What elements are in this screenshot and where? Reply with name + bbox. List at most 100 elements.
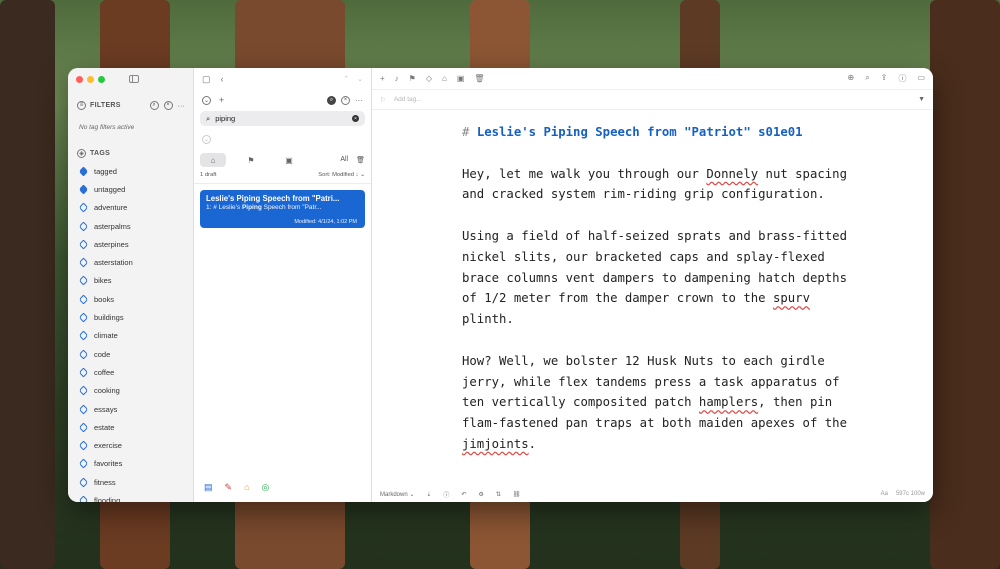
search-input[interactable]: piping: [215, 114, 235, 123]
zoom-icon[interactable]: ⊕: [848, 73, 855, 84]
tag-icon: [78, 202, 89, 213]
note-list-tabs: ⌂ ⚑ ▣ All 🗑: [194, 152, 371, 168]
new-note-icon[interactable]: +: [219, 95, 224, 105]
flag-icon[interactable]: ⚑: [409, 74, 416, 83]
title-bar: [68, 68, 193, 90]
tag-bar: ⚐ Add tag... ▼: [372, 90, 933, 110]
sort-icon[interactable]: ⇅: [496, 491, 501, 498]
tag-icon: [78, 349, 89, 360]
tag-icon: [78, 221, 89, 231]
note-list-toolbar: ▢ ‹ ⌃ ⌄: [194, 68, 371, 90]
tag-icon: [78, 422, 89, 433]
font-button[interactable]: Aa: [881, 491, 888, 497]
tag-label: untagged: [94, 184, 126, 194]
pen-icon[interactable]: ✎: [225, 482, 233, 493]
info-circle-icon[interactable]: ⓘ: [443, 490, 449, 499]
share-icon[interactable]: ⇪: [881, 73, 888, 84]
tag-label: climate: [94, 331, 118, 341]
tag-label: favorites: [94, 459, 123, 469]
tag-label: coffee: [94, 367, 115, 377]
sidebar-tag-flooding[interactable]: flooding: [78, 491, 193, 502]
sidebar-toggle-icon[interactable]: [129, 75, 139, 83]
tag-icon[interactable]: ◇: [426, 74, 432, 83]
sidebar-tag-fitness[interactable]: fitness: [78, 473, 193, 491]
search-options-icon[interactable]: ⌄: [202, 135, 211, 144]
link-icon[interactable]: ⛓: [513, 491, 521, 498]
sidebar-tag-books[interactable]: books: [78, 290, 193, 308]
note-body[interactable]: # Leslie's Piping Speech from "Patriot" …: [462, 122, 852, 476]
sidebar-tag-climate[interactable]: climate: [78, 327, 193, 345]
close-button[interactable]: [76, 75, 83, 83]
preview-icon[interactable]: ▭: [917, 73, 925, 84]
tag-label: code: [94, 349, 111, 359]
sidebar-tag-favorites[interactable]: favorites: [78, 455, 193, 473]
tag-label: fitness: [94, 477, 116, 487]
sidebar-tag-coffee[interactable]: coffee: [78, 363, 193, 381]
clear-search-icon[interactable]: ×: [352, 115, 359, 122]
paragraph-3: How? Well, we bolster 12 Husk Nuts to ea…: [462, 353, 847, 451]
search-field[interactable]: ⌕ piping ×: [200, 111, 365, 126]
sidebar-tag-bikes[interactable]: bikes: [78, 272, 193, 290]
sort-menu[interactable]: Sort: Modified ↓ ⌄: [318, 172, 365, 183]
tab-archive[interactable]: ▣: [276, 153, 302, 167]
more-icon[interactable]: ···: [355, 96, 363, 105]
mode-select[interactable]: Markdown ⌄: [380, 491, 414, 498]
sidebar-tag-adventure[interactable]: adventure: [78, 199, 193, 217]
filter-search-icon[interactable]: ⌕: [149, 100, 159, 110]
tag-icon: [78, 330, 89, 341]
archive-icon[interactable]: ▣: [457, 74, 465, 83]
sidebar-tag-untagged[interactable]: untagged: [78, 180, 193, 198]
sidebar-tag-exercise[interactable]: exercise: [78, 436, 193, 454]
sidebar-tag-estate[interactable]: estate: [78, 418, 193, 436]
inbox-icon[interactable]: ⌂: [442, 74, 447, 83]
minimize-button[interactable]: [87, 75, 94, 83]
note-card-title: Leslie's Piping Speech from "Patri...: [206, 194, 340, 203]
tag-label: bikes: [94, 276, 112, 286]
archive-icon: ▣: [285, 155, 293, 165]
sidebar-tag-asterstation[interactable]: asterstation: [78, 253, 193, 271]
filter-clear-icon[interactable]: ×: [163, 100, 173, 110]
settings-icon[interactable]: ⚙: [478, 491, 483, 498]
close-search-icon[interactable]: ×: [341, 95, 350, 105]
mic-icon[interactable]: ♪: [395, 74, 399, 83]
tab-flagged[interactable]: ⚑: [238, 153, 264, 167]
sidebar-tag-asterpines[interactable]: asterpines: [78, 235, 193, 253]
sidebar-tag-asterpalms[interactable]: asterpalms: [78, 217, 193, 235]
down-icon[interactable]: ⌄: [357, 75, 363, 83]
clipboard-icon[interactable]: ▤: [204, 482, 213, 493]
sidebar-tag-cooking[interactable]: cooking: [78, 382, 193, 400]
editor-toolbar: + ♪ ⚑ ◇ ⌂ ▣ 🗑 ⊕ ⌕ ⇪ ⓘ ▭: [372, 68, 933, 90]
note-heading: # Leslie's Piping Speech from "Patriot" …: [462, 125, 803, 139]
info-icon[interactable]: ⓘ: [898, 73, 906, 84]
chevron-down-icon[interactable]: ▼: [918, 96, 925, 103]
all-filter[interactable]: All: [340, 156, 348, 164]
undo-icon[interactable]: ↶: [461, 491, 466, 498]
note-card-selected[interactable]: Leslie's Piping Speech from "Patri... 1:…: [200, 190, 365, 228]
sidebar-tag-code[interactable]: code: [78, 345, 193, 363]
sidebar-tag-essays[interactable]: essays: [78, 400, 193, 418]
sidebar-tag-tagged[interactable]: tagged: [78, 162, 193, 180]
tag-icon: [78, 184, 89, 195]
trash-icon[interactable]: 🗑: [474, 74, 484, 83]
search-icon[interactable]: ⌕: [865, 73, 869, 84]
add-tag-input[interactable]: Add tag...: [394, 96, 422, 103]
zoom-button[interactable]: [98, 75, 105, 83]
note-list-pane: ▢ ‹ ⌃ ⌄ ⌄ + ⌕ × ··· ⌕ piping × ⌄ ⌂ ⚑ ▣ A…: [194, 68, 372, 502]
app-window: ≡ FILTERS ⌕ × ··· No tag filters active …: [68, 68, 933, 502]
tab-inbox[interactable]: ⌂: [200, 153, 226, 167]
panel-icon[interactable]: ▢: [202, 74, 211, 85]
sort-toggle-icon[interactable]: ⌄: [202, 95, 211, 105]
tags-header: ◈ TAGS: [68, 144, 193, 162]
home-icon[interactable]: ⌂: [244, 482, 249, 493]
sidebar-tag-buildings[interactable]: buildings: [78, 308, 193, 326]
filters-more-icon[interactable]: ···: [178, 101, 186, 110]
add-icon[interactable]: +: [380, 74, 385, 83]
chat-icon[interactable]: ◎: [262, 482, 270, 493]
trash-icon[interactable]: 🗑: [356, 156, 365, 164]
up-icon[interactable]: ⌃: [343, 75, 349, 83]
flag-icon: ⚑: [247, 155, 255, 165]
search-toggle-icon[interactable]: ⌕: [327, 95, 336, 105]
back-icon[interactable]: ‹: [221, 74, 224, 84]
tag-icon: [78, 477, 89, 488]
pin-icon[interactable]: ⇣: [426, 491, 431, 498]
